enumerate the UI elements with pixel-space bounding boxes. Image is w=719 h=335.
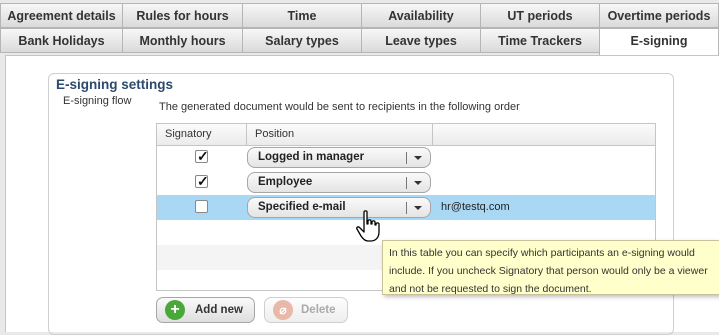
section-title: E-signing settings — [56, 77, 174, 92]
position-select[interactable]: Logged in manager — [247, 147, 431, 168]
email-cell[interactable]: hr@testq.com — [441, 195, 510, 220]
delete-label: Delete — [301, 304, 336, 316]
position-value: Logged in manager — [258, 151, 365, 163]
help-tooltip: In this table you can specify which part… — [382, 240, 719, 295]
table-row[interactable]: ✓ Logged in manager — [157, 145, 655, 170]
chevron-down-icon[interactable] — [414, 156, 422, 160]
flow-description: The generated document would be sent to … — [159, 101, 520, 113]
combo-separator — [406, 152, 407, 164]
combo-separator — [406, 202, 407, 214]
tab-e-signing[interactable]: E-signing — [599, 28, 719, 56]
tab-salary-types[interactable]: Salary types — [242, 28, 362, 53]
grid-header: Signatory Position — [157, 124, 655, 146]
delete-icon: ⌀ — [273, 300, 293, 320]
combo-separator — [406, 177, 407, 189]
position-value: Employee — [258, 176, 313, 188]
tab-time[interactable]: Time — [242, 3, 362, 28]
signatory-checkbox[interactable]: ✓ — [195, 148, 209, 164]
tab-rules-for-hours[interactable]: Rules for hours — [122, 3, 243, 28]
tab-availability[interactable]: Availability — [361, 3, 481, 28]
position-select[interactable]: Specified e-mail — [247, 197, 431, 218]
chevron-down-icon[interactable] — [414, 206, 422, 210]
tab-bank-holidays[interactable]: Bank Holidays — [0, 28, 123, 53]
tab-bar: Agreement details Rules for hours Time A… — [0, 0, 719, 56]
table-row-selected[interactable]: Specified e-mail hr@testq.com — [157, 195, 655, 220]
tab-agreement-details[interactable]: Agreement details — [0, 3, 123, 28]
e-signing-flow-label: E-signing flow — [63, 95, 132, 107]
signatory-checkbox[interactable]: ✓ — [195, 173, 209, 189]
tab-ut-periods[interactable]: UT periods — [480, 3, 600, 28]
table-row[interactable]: ✓ Employee — [157, 170, 655, 195]
tab-leave-types[interactable]: Leave types — [361, 28, 481, 53]
position-select[interactable]: Employee — [247, 172, 431, 193]
hand-cursor-icon — [356, 210, 380, 242]
tab-time-trackers[interactable]: Time Trackers — [480, 28, 600, 53]
chevron-down-icon[interactable] — [414, 181, 422, 185]
add-new-button[interactable]: + Add new — [156, 297, 255, 323]
tab-overtime-periods[interactable]: Overtime periods — [599, 3, 719, 28]
signatory-checkbox[interactable] — [195, 200, 208, 213]
checkmark-icon: ✓ — [197, 148, 209, 164]
position-value: Specified e-mail — [258, 201, 346, 213]
checkmark-icon: ✓ — [197, 173, 209, 189]
plus-circle-icon: + — [165, 300, 185, 320]
add-new-label: Add new — [195, 304, 243, 316]
column-header-signatory[interactable]: Signatory — [157, 124, 247, 145]
tab-monthly-hours[interactable]: Monthly hours — [122, 28, 243, 53]
delete-button[interactable]: ⌀ Delete — [264, 297, 348, 323]
column-header-position[interactable]: Position — [247, 124, 433, 145]
